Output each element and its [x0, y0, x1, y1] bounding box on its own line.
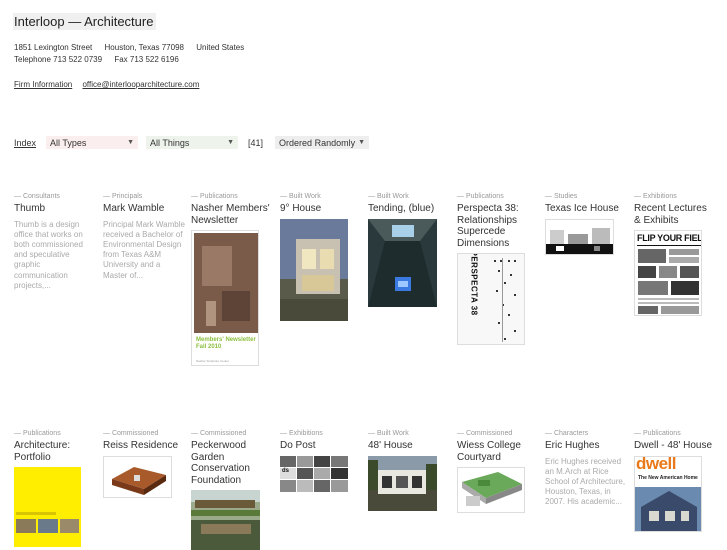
item-title[interactable]: Dwell - 48' House	[634, 440, 716, 452]
index-link[interactable]: Index	[14, 138, 36, 148]
types-select[interactable]: All Types ▼	[46, 136, 139, 149]
item-description: Eric Hughes received an M.Arch at Rice S…	[545, 456, 626, 507]
tending-image[interactable]	[368, 218, 437, 307]
item-category: — Studies	[545, 193, 578, 200]
grid-item-eric-hughes[interactable]: — Characters Eric Hughes Eric Hughes rec…	[545, 430, 627, 508]
item-title[interactable]: Mark Wamble	[103, 203, 185, 215]
grid-item-9-house[interactable]: — Built Work 9° House	[280, 193, 362, 321]
item-title[interactable]: Do Post	[280, 440, 362, 452]
do-post-text: ds	[282, 467, 290, 474]
wiess-college-image[interactable]	[457, 467, 525, 513]
header-links: Firm Information office@interlooparchite…	[14, 80, 207, 89]
order-value: Ordered Randomly	[279, 137, 356, 148]
item-category: — Built Work	[368, 193, 409, 200]
item-title[interactable]: Wiess College Courtyard	[457, 440, 539, 463]
item-category: — Exhibitions	[280, 430, 323, 437]
9-house-image[interactable]	[280, 218, 348, 321]
grid-item-reiss-residence[interactable]: — Commissioned Reiss Residence	[103, 430, 185, 498]
grid-item-do-post[interactable]: — Exhibitions Do Post ds	[280, 430, 362, 492]
street: 1851 Lexington Street	[14, 43, 93, 52]
grid-item-48-house[interactable]: — Built Work 48' House	[368, 430, 450, 511]
item-title[interactable]: 48' House	[368, 440, 450, 452]
item-title[interactable]: Perspecta 38: Relationships Supercede Di…	[457, 203, 539, 249]
item-title[interactable]: Thumb	[14, 203, 96, 215]
item-title[interactable]: Eric Hughes	[545, 440, 627, 452]
item-title[interactable]: Nasher Members' Newsletter	[191, 203, 273, 226]
portfolio-cover-image[interactable]	[14, 467, 81, 547]
things-value: All Things	[150, 137, 190, 148]
email-link[interactable]: office@interlooparchitecture.com	[82, 80, 199, 89]
country: United States	[196, 43, 245, 52]
order-select[interactable]: Ordered Randomly ▼	[275, 136, 370, 149]
grid-item-recent-lectures[interactable]: — Exhibitions Recent Lectures & Exhibits…	[634, 193, 716, 316]
result-count: [41]	[248, 137, 264, 148]
item-category: — Principals	[103, 193, 143, 200]
peckerwood-image[interactable]	[191, 490, 260, 550]
telephone: Telephone 713 522 0739	[14, 55, 103, 64]
grid-item-wiess-college[interactable]: — Commissioned Wiess College Courtyard	[457, 430, 539, 513]
fax: Fax 713 522 6196	[114, 55, 179, 64]
item-category: — Built Work	[368, 430, 409, 437]
grid-item-thumb[interactable]: — Consultants Thumb Thumb is a design of…	[14, 193, 96, 291]
texas-ice-house-image[interactable]	[545, 218, 614, 255]
item-title[interactable]: 9° House	[280, 203, 362, 215]
item-category: — Publications	[14, 430, 61, 437]
grid-item-nasher[interactable]: — Publications Nasher Members' Newslette…	[191, 193, 273, 366]
item-category: — Commissioned	[457, 430, 513, 437]
item-description: Principal Mark Wamble received a Bachelo…	[103, 219, 185, 280]
grid-item-tending[interactable]: — Built Work Tending, (blue)	[368, 193, 450, 307]
item-title[interactable]: Reiss Residence	[103, 440, 185, 452]
nasher-cover-image[interactable]: Members' Newsletter Fall 2010 Nasher Scu…	[191, 230, 259, 366]
reiss-residence-image[interactable]	[103, 455, 172, 498]
item-category: — Publications	[191, 193, 238, 200]
chevron-down-icon: ▼	[127, 139, 135, 146]
item-description: Thumb is a design office that works on b…	[14, 219, 83, 290]
things-select[interactable]: All Things ▼	[146, 136, 239, 149]
item-title[interactable]: Tending, (blue)	[368, 203, 450, 215]
item-category: — Consultants	[14, 193, 60, 200]
chevron-down-icon: ▼	[358, 139, 366, 146]
item-title[interactable]: Texas Ice House	[545, 203, 627, 215]
site-title[interactable]: Interloop — Architecture	[13, 13, 157, 30]
filter-bar: Index All Types ▼ All Things ▼ [41] Orde…	[14, 136, 370, 149]
grid-item-architecture-portfolio[interactable]: — Publications Architecture: Portfolio	[14, 430, 96, 547]
types-value: All Types	[50, 137, 87, 148]
item-category: — Commissioned	[191, 430, 247, 437]
grid-item-dwell-48-house[interactable]: — Publications Dwell - 48' House dwell T…	[634, 430, 716, 532]
perspecta-cover-image[interactable]: PERSPECTA 38	[457, 253, 525, 345]
item-title[interactable]: Recent Lectures & Exhibits	[634, 203, 716, 226]
item-title[interactable]: Peckerwood Garden Conservation Foundatio…	[191, 440, 273, 486]
48-house-image[interactable]	[368, 455, 437, 511]
nasher-cover-sub: Nasher Sculpture Center	[196, 359, 230, 363]
item-category: — Publications	[457, 193, 504, 200]
grid-item-texas-ice-house[interactable]: — Studies Texas Ice House	[545, 193, 627, 255]
do-post-image[interactable]: ds	[280, 455, 348, 492]
grid-item-perspecta[interactable]: — Publications Perspecta 38: Relationshi…	[457, 193, 539, 345]
item-category: — Built Work	[280, 193, 321, 200]
item-category: — Exhibitions	[634, 193, 677, 200]
item-category: — Publications	[634, 430, 681, 437]
address-line: 1851 Lexington Street Houston, Texas 770…	[14, 43, 254, 52]
grid-item-mark-wamble[interactable]: — Principals Mark Wamble Principal Mark …	[103, 193, 185, 281]
city: Houston, Texas 77098	[104, 43, 184, 52]
item-category: — Commissioned	[103, 430, 159, 437]
grid-item-peckerwood[interactable]: — Commissioned Peckerwood Garden Conserv…	[191, 430, 273, 550]
nasher-cover-text: Members' Newsletter Fall 2010	[196, 337, 256, 350]
chevron-down-icon: ▼	[227, 139, 235, 146]
item-category: — Characters	[545, 430, 589, 437]
flip-your-field-image[interactable]: FLIP YOUR FIELD	[634, 230, 702, 316]
item-title[interactable]: Architecture: Portfolio	[14, 440, 96, 463]
dwell-cover-image[interactable]: dwell The New American Home	[634, 455, 702, 532]
firm-info-link[interactable]: Firm Information	[14, 80, 72, 89]
contact-line: Telephone 713 522 0739 Fax 713 522 6196	[14, 55, 189, 64]
